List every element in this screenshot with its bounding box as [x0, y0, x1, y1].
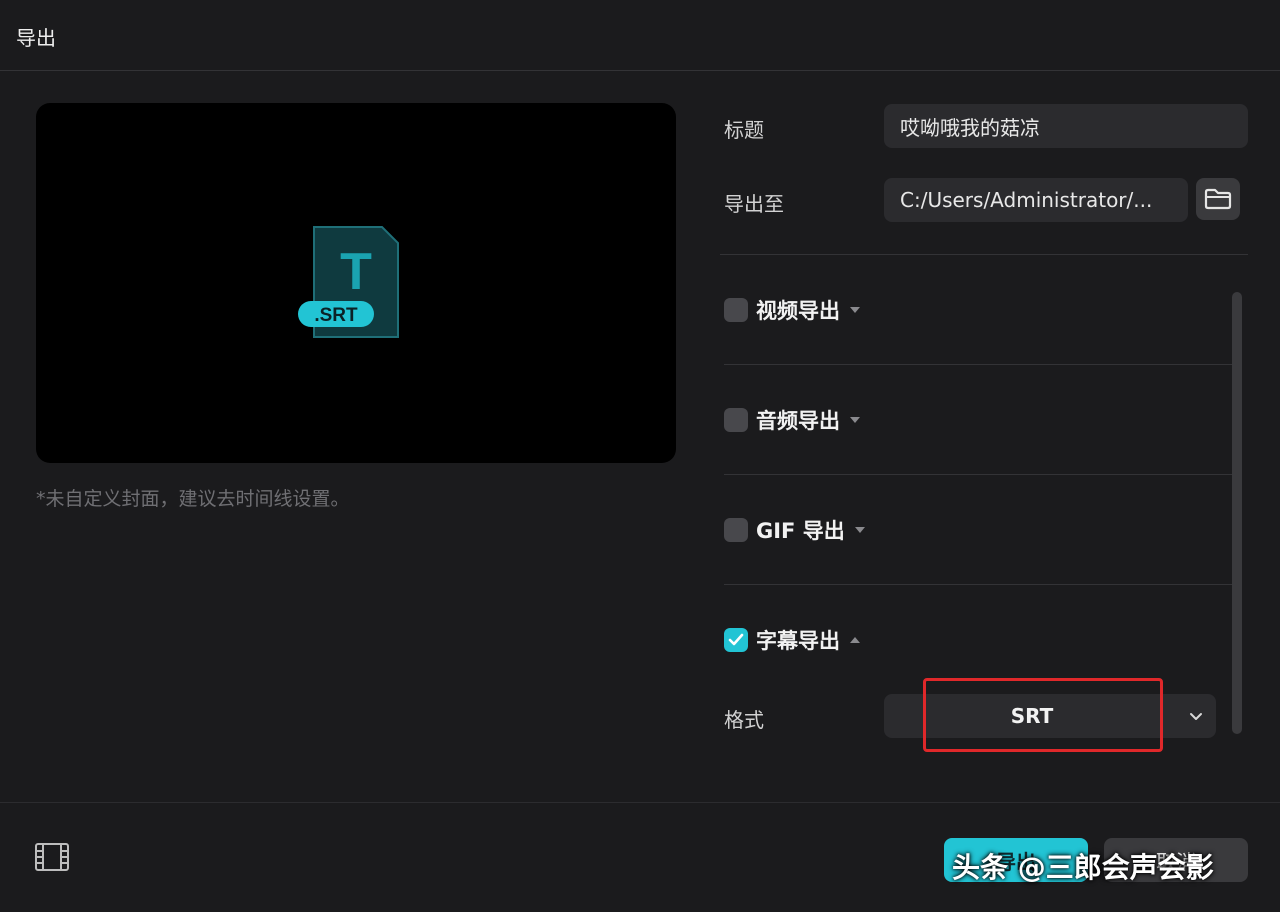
watermark-text: 头条 @三郎会声会影 — [952, 851, 1214, 884]
dialog-titlebar: 导出 — [0, 0, 1280, 71]
footer-divider — [0, 802, 1280, 803]
check-icon — [728, 633, 744, 646]
title-label: 标题 — [724, 118, 764, 142]
folder-icon — [1204, 188, 1232, 210]
cover-hint-text: *未自定义封面，建议去时间线设置。 — [36, 488, 350, 510]
chevron-down-icon[interactable] — [850, 307, 860, 313]
form-divider — [720, 254, 1248, 255]
audio-export-label: 音频导出 — [756, 409, 840, 433]
subtitle-export-label: 字幕导出 — [756, 629, 840, 653]
section-subtitle-export[interactable]: 字幕导出 — [724, 625, 860, 655]
chevron-up-icon[interactable] — [850, 637, 860, 643]
audio-export-checkbox[interactable] — [724, 408, 748, 432]
video-export-checkbox[interactable] — [724, 298, 748, 322]
format-label: 格式 — [724, 708, 764, 732]
dialog-title: 导出 — [16, 26, 56, 50]
file-letter: T — [340, 243, 372, 301]
cover-preview: T .SRT — [36, 103, 676, 463]
annotation-highlight-box — [923, 678, 1163, 752]
srt-file-icon: T .SRT — [298, 226, 399, 338]
gif-export-label: GIF 导出 — [756, 519, 845, 543]
section-divider — [724, 584, 1232, 585]
film-strip-icon[interactable] — [34, 840, 70, 874]
section-divider — [724, 364, 1232, 365]
title-input[interactable]: 哎呦哦我的菇凉 — [884, 104, 1248, 148]
chevron-down-icon[interactable] — [1186, 706, 1206, 726]
gif-export-checkbox[interactable] — [724, 518, 748, 542]
browse-folder-button[interactable] — [1196, 178, 1240, 220]
section-video-export[interactable]: 视频导出 — [724, 295, 860, 325]
export-path-label: 导出至 — [724, 192, 784, 216]
subtitle-export-checkbox[interactable] — [724, 628, 748, 652]
section-divider — [724, 474, 1232, 475]
section-gif-export[interactable]: GIF 导出 — [724, 515, 865, 545]
chevron-down-icon[interactable] — [850, 417, 860, 423]
export-path-input[interactable]: C:/Users/Administrator/... — [884, 178, 1188, 222]
scrollbar[interactable] — [1232, 292, 1242, 734]
file-badge-label: .SRT — [314, 305, 358, 326]
video-export-label: 视频导出 — [756, 299, 840, 323]
section-audio-export[interactable]: 音频导出 — [724, 405, 860, 435]
export-path-value: C:/Users/Administrator/... — [900, 188, 1153, 212]
title-input-value: 哎呦哦我的菇凉 — [900, 115, 1040, 140]
chevron-down-icon[interactable] — [854, 527, 865, 533]
